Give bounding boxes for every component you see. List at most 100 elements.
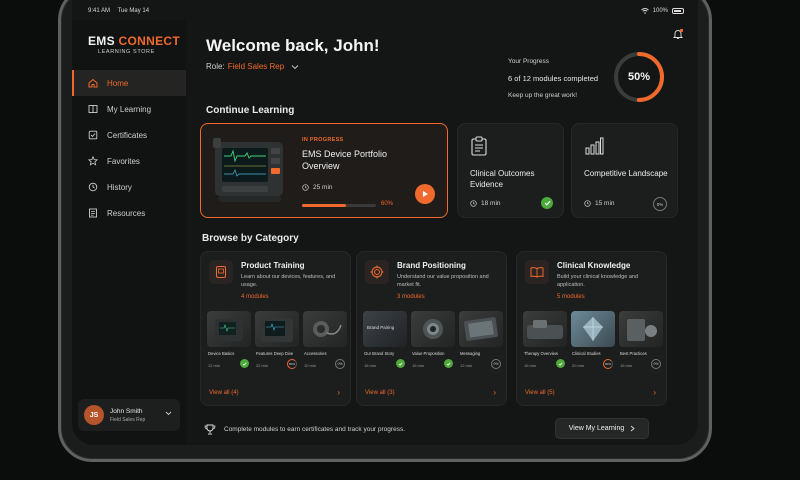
course-duration: 25 min <box>313 184 333 191</box>
status-date: Tue May 14 <box>117 8 150 14</box>
category-brand-positioning[interactable]: Brand Positioning Understand our value p… <box>356 251 507 406</box>
view-all-link[interactable]: View all (3) <box>365 390 395 396</box>
progress-zero-badge: 0% <box>491 359 501 369</box>
battery-icon <box>672 8 684 14</box>
course-progress-percent: 60% <box>381 201 394 207</box>
sidebar-item-certificates[interactable]: Certificates <box>72 122 186 148</box>
category-module-count: 5 modules <box>557 294 585 300</box>
certificate-icon <box>88 130 98 140</box>
tablet-device-icon <box>209 260 233 284</box>
module-thumb[interactable]: Clinical Studies 20 min 50% <box>571 311 615 371</box>
sidebar-item-history[interactable]: History <box>72 174 186 200</box>
category-product-training[interactable]: Product Training Learn about our devices… <box>200 251 351 406</box>
course-progress-bar <box>302 204 376 207</box>
footer-text: Complete modules to earn certificates an… <box>224 426 406 433</box>
brand-thumbnail-image: Brand Pairing <box>363 311 407 347</box>
module-thumb[interactable]: Value Proposition 15 min <box>411 311 455 371</box>
logo-brand: EMS <box>88 34 115 48</box>
play-icon <box>423 191 428 197</box>
sidebar-item-favorites[interactable]: Favorites <box>72 148 186 174</box>
module-thumb[interactable]: Device Basics 12 min <box>207 311 251 371</box>
module-title: Our Brand Story <box>364 351 395 356</box>
device-thumbnail-image <box>207 311 251 347</box>
continue-card-clinical-outcomes[interactable]: Clinical Outcomes Evidence 18 min <box>457 123 564 218</box>
course-duration: 18 min <box>481 200 501 207</box>
module-duration: 10 min <box>304 363 317 368</box>
value-thumbnail-image <box>411 311 455 347</box>
category-description: Understand our value proposition and mar… <box>397 274 489 288</box>
module-thumb[interactable]: Best Practices 15 min 0% <box>619 311 663 371</box>
partial-progress-badge: 50% <box>287 359 297 369</box>
status-bar: 9:41 AM Tue May 14 100% <box>88 8 684 20</box>
logo-brand-accent: CONNECT <box>118 34 180 48</box>
module-duration: 16 min <box>524 363 537 368</box>
module-title: Clinical Studies <box>572 351 601 356</box>
module-thumb[interactable]: Messaging 12 min 0% <box>459 311 503 371</box>
browse-category-title: Browse by Category <box>202 233 299 244</box>
sidebar-nav: Home My Learning Certificates Favorites … <box>72 70 186 226</box>
clock-icon <box>302 184 309 191</box>
module-thumb[interactable]: Accessories 10 min 0% <box>303 311 347 371</box>
chevron-right-icon[interactable]: › <box>653 388 656 397</box>
view-all-link[interactable]: View all (4) <box>209 390 239 396</box>
module-duration: 12 min <box>460 363 473 368</box>
progress-zero-badge: 0% <box>651 359 661 369</box>
sidebar-item-label: Favorites <box>107 156 140 166</box>
view-my-learning-button[interactable]: View My Learning <box>555 418 649 439</box>
notification-bell-icon[interactable] <box>672 28 684 40</box>
sidebar-item-label: Certificates <box>107 130 148 140</box>
module-duration: 15 min <box>412 363 425 368</box>
avatar: JS <box>84 405 104 425</box>
module-thumb[interactable]: Brand Pairing Our Brand Story 18 min <box>363 311 407 371</box>
category-clinical-knowledge[interactable]: Clinical Knowledge Build your clinical k… <box>516 251 667 406</box>
star-icon <box>88 156 98 166</box>
user-profile-menu[interactable]: JS John Smith Field Sales Rep <box>78 399 180 431</box>
module-title: Device Basics <box>208 351 235 356</box>
role-selector[interactable]: Role: Field Sales Rep <box>206 62 299 71</box>
course-title: EMS Device Portfolio Overview <box>302 149 388 171</box>
app-logo: EMS CONNECT LEARNING STORE <box>88 34 180 55</box>
progress-zero-badge: 0% <box>653 197 667 211</box>
partial-progress-badge: 50% <box>603 359 613 369</box>
sidebar-item-resources[interactable]: Resources <box>72 200 186 226</box>
module-duration: 18 min <box>364 363 377 368</box>
module-thumb[interactable]: Features Deep Dive 22 min 50% <box>255 311 299 371</box>
wifi-icon <box>640 8 649 14</box>
bar-chart-icon <box>585 137 604 155</box>
sidebar-item-my-learning[interactable]: My Learning <box>72 96 186 122</box>
category-module-count: 3 modules <box>397 294 425 300</box>
module-duration: 15 min <box>620 363 633 368</box>
module-title: Features Deep Dive <box>256 351 294 356</box>
module-duration: 20 min <box>572 363 585 368</box>
practices-thumbnail-image <box>619 311 663 347</box>
chevron-right-icon[interactable]: › <box>493 388 496 397</box>
logo-subtitle: LEARNING STORE <box>98 49 155 55</box>
checkmark-icon <box>556 359 565 368</box>
category-module-count: 4 modules <box>241 294 269 300</box>
category-title: Product Training <box>241 261 305 270</box>
chevron-right-icon <box>630 425 635 432</box>
chevron-right-icon[interactable]: › <box>337 388 340 397</box>
view-all-link[interactable]: View all (5) <box>525 390 555 396</box>
chevron-down-icon <box>165 411 172 416</box>
checkmark-icon <box>541 197 553 209</box>
studies-thumbnail-image <box>571 311 615 347</box>
open-book-icon <box>525 260 549 284</box>
continue-card-competitive-landscape[interactable]: Competitive Landscape 15 min 0% <box>571 123 678 218</box>
status-badge: IN PROGRESS <box>302 137 344 143</box>
user-role: Field Sales Rep <box>110 416 146 423</box>
continue-card-main[interactable]: IN PROGRESS EMS Device Portfolio Overvie… <box>200 123 448 218</box>
sidebar-item-home[interactable]: Home <box>72 70 186 96</box>
book-icon <box>88 105 98 113</box>
module-duration: 12 min <box>208 363 221 368</box>
role-label: Role: <box>206 62 225 71</box>
clipboard-icon <box>471 136 487 156</box>
play-button[interactable] <box>415 184 435 204</box>
target-icon <box>365 260 389 284</box>
clock-icon <box>584 200 591 207</box>
history-icon <box>88 182 98 192</box>
battery-percent: 100% <box>652 8 668 14</box>
module-thumb[interactable]: Therapy Overview 16 min <box>523 311 567 371</box>
progress-label: Your Progress <box>508 58 549 65</box>
sidebar-item-label: Resources <box>107 208 146 218</box>
